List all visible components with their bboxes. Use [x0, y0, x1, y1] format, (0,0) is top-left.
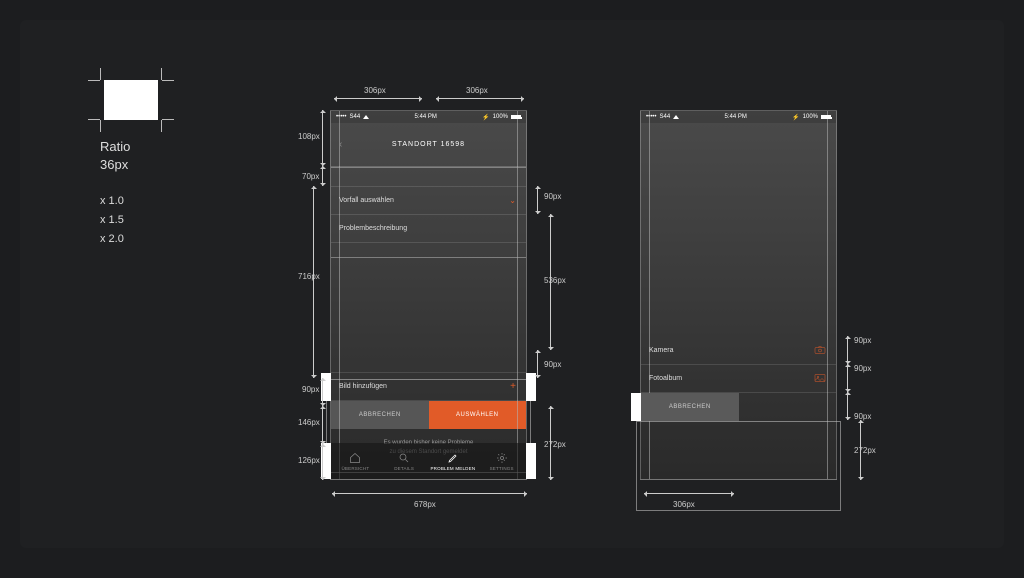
- dim-90-row: 90px: [544, 192, 561, 201]
- ratio-square: [104, 80, 158, 120]
- dim-arrow: [322, 378, 323, 406]
- dim-arrow: [322, 110, 323, 166]
- dim-306-right: 306px: [466, 86, 488, 95]
- photo-preview-area: [641, 123, 836, 337]
- dim-arrow: [322, 406, 323, 444]
- cancel-button[interactable]: ABBRECHEN: [331, 401, 429, 429]
- pencil-icon: [447, 452, 459, 464]
- problembeschreibung-row[interactable]: Problembeschreibung: [331, 215, 526, 243]
- kamera-row[interactable]: Kamera: [641, 337, 836, 365]
- dim-678: 678px: [414, 500, 436, 509]
- dim-146: 146px: [298, 418, 320, 427]
- dim-arrow: [334, 98, 422, 99]
- dim-arrow: [847, 364, 848, 392]
- tab-problem-melden[interactable]: PROBLEM MELDEN: [429, 443, 478, 479]
- ratio-graphic: Ratio36px x 1.0 x 1.5 x 2.0: [100, 80, 158, 248]
- dim-90-r2: 90px: [854, 364, 871, 373]
- dim-arrow: [847, 392, 848, 420]
- dim-arrow: [537, 350, 538, 378]
- dim-90-bild: 90px: [544, 360, 561, 369]
- dim-arrow: [847, 336, 848, 364]
- dim-arrow: [644, 493, 734, 494]
- dim-arrow: [436, 98, 524, 99]
- status-bar: ••••• S44 5:44 PM ⚡ 100%: [331, 111, 526, 123]
- tab-settings[interactable]: SETTINGS: [477, 443, 526, 479]
- dim-arrow: [322, 166, 323, 186]
- dim-arrow: [313, 186, 314, 378]
- title-bar: ‹ STANDORT 16598: [331, 123, 526, 167]
- back-icon[interactable]: ‹: [339, 139, 343, 150]
- ratio-label: Ratio36px: [100, 138, 158, 174]
- bild-hinzufuegen-row[interactable]: Bild hinzufügen +: [331, 373, 526, 401]
- dim-90-btn: 90px: [302, 385, 319, 394]
- image-icon: [814, 373, 826, 385]
- kamera-label: Kamera: [649, 347, 674, 354]
- phone-mockup-right: ••••• S44 5:44 PM ⚡ 100% Kamera Fotoalbu…: [640, 110, 837, 480]
- dim-306-left: 306px: [364, 86, 386, 95]
- dim-70: 70px: [302, 172, 319, 181]
- phone-mockup-left: ••••• S44 5:44 PM ⚡ 100% ‹ STANDORT 1659…: [330, 110, 527, 480]
- vorfall-label: Vorfall auswählen: [339, 197, 394, 204]
- dim-arrow: [550, 406, 551, 480]
- wifi-icon: [363, 115, 369, 119]
- battery-icon: [821, 115, 831, 119]
- dim-272: 272px: [544, 440, 566, 449]
- camera-icon: [814, 345, 826, 357]
- problembeschreibung-label: Problembeschreibung: [339, 225, 407, 232]
- fotoalbum-row[interactable]: Fotoalbum: [641, 365, 836, 393]
- dim-126: 126px: [298, 456, 320, 465]
- tab-details[interactable]: DETAILS: [380, 443, 429, 479]
- button-row: ABBRECHEN AUSWÄHLEN: [331, 401, 526, 429]
- notch-tab-right: [526, 443, 536, 479]
- button-row: ABBRECHEN: [641, 393, 836, 421]
- ratio-scales: x 1.0 x 1.5 x 2.0: [100, 192, 158, 248]
- chevron-down-icon: [509, 196, 516, 205]
- wifi-icon: [673, 115, 679, 119]
- plus-icon: +: [510, 381, 516, 392]
- vorfall-row[interactable]: Vorfall auswählen: [331, 187, 526, 215]
- search-icon: [398, 452, 410, 464]
- dim-arrow: [322, 444, 323, 480]
- gear-icon: [496, 452, 508, 464]
- dim-90-r1: 90px: [854, 336, 871, 345]
- cancel-button[interactable]: ABBRECHEN: [641, 393, 739, 421]
- dim-108: 108px: [298, 132, 320, 141]
- bottom-area: [641, 421, 836, 481]
- home-icon: [349, 452, 361, 464]
- bild-label: Bild hinzufügen: [339, 383, 387, 390]
- status-bar: ••••• S44 5:44 PM ⚡ 100%: [641, 111, 836, 123]
- dim-306-rbottom: 306px: [673, 500, 695, 509]
- notch-left: [631, 393, 641, 421]
- dim-arrow: [860, 420, 861, 480]
- tab-bar: ÜBERSICHT DETAILS PROBLEM MELDEN SETTING…: [331, 443, 526, 479]
- dim-arrow: [332, 493, 527, 494]
- dim-arrow: [550, 214, 551, 350]
- fotoalbum-label: Fotoalbum: [649, 375, 682, 382]
- tab-uebersicht[interactable]: ÜBERSICHT: [331, 443, 380, 479]
- dim-536: 536px: [544, 276, 566, 285]
- dim-arrow: [537, 186, 538, 214]
- battery-icon: [511, 115, 521, 119]
- dim-716: 716px: [298, 272, 320, 281]
- confirm-button[interactable]: AUSWÄHLEN: [429, 401, 527, 429]
- dim-272-r: 272px: [854, 446, 876, 455]
- description-area[interactable]: [331, 243, 526, 373]
